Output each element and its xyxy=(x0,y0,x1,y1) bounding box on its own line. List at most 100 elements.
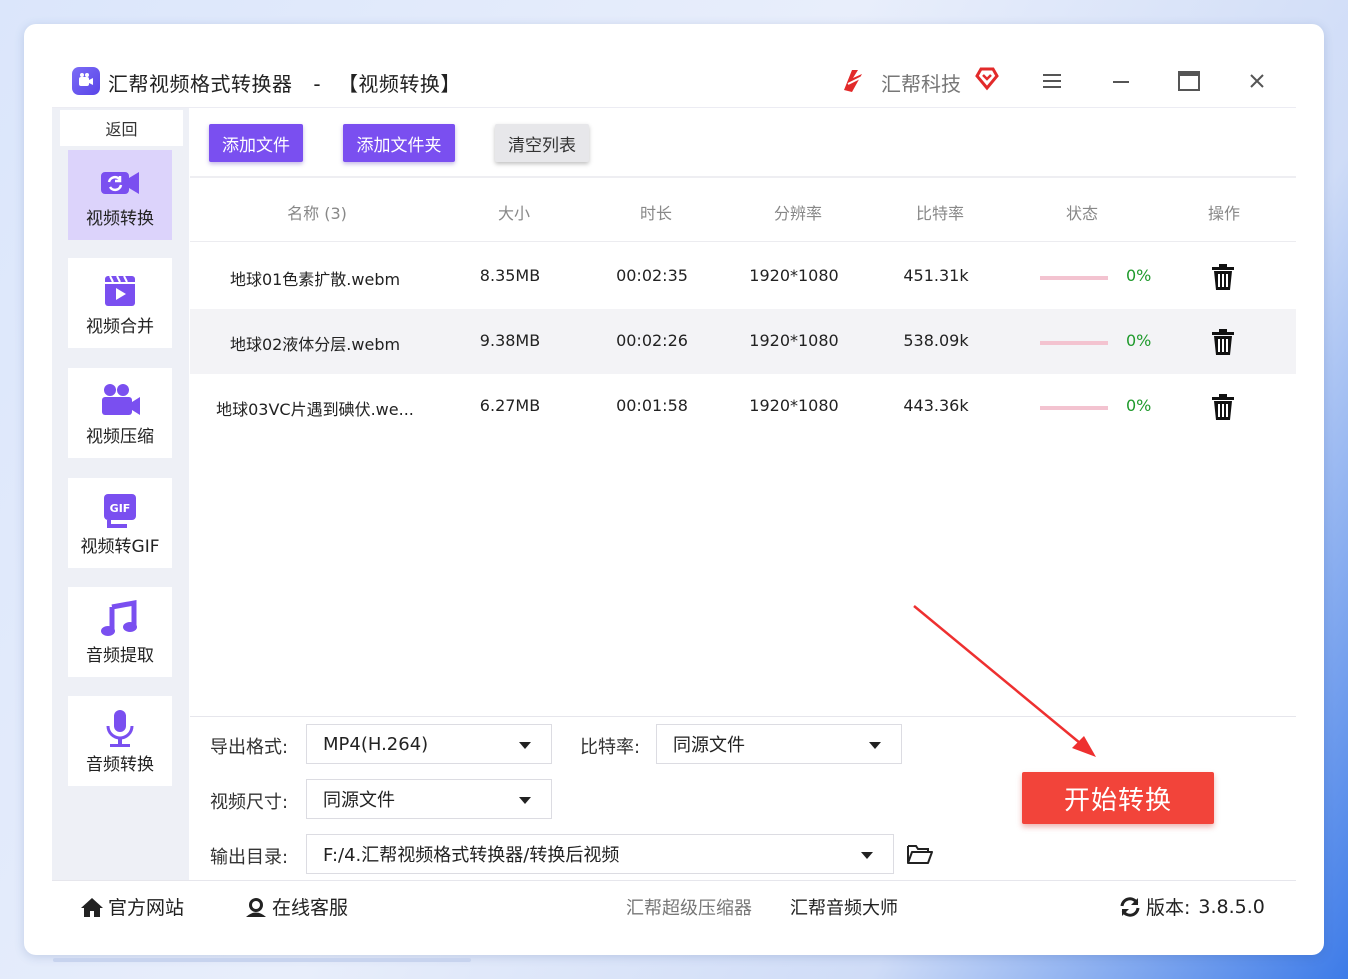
clear-list-button[interactable]: 清空列表 xyxy=(495,124,589,162)
file-name: 地球03VC片遇到碘伏.we... xyxy=(216,400,414,419)
chevron-down-icon xyxy=(519,742,531,749)
column-header-duration: 时长 xyxy=(639,204,672,223)
sidebar-item-audio-extract[interactable]: 音频提取 xyxy=(68,587,172,677)
add-folder-button[interactable]: 添加文件夹 xyxy=(343,124,455,162)
annotation-arrow-icon xyxy=(913,605,1096,757)
app-window: 汇帮视频格式转换器 - 【视频转换】 汇帮科技 返回 视频转换 视频合并 视频压… xyxy=(52,50,1296,930)
video-compress-icon xyxy=(102,383,140,415)
chevron-down-icon xyxy=(519,797,531,804)
sidebar-item-label: 视频转换 xyxy=(86,208,154,229)
music-note-icon xyxy=(101,599,137,636)
video-convert-icon xyxy=(101,171,139,194)
horizontal-scrollbar[interactable] xyxy=(53,958,471,962)
file-name: 地球01色素扩散.webm xyxy=(229,270,401,289)
bitrate-select[interactable]: 同源文件 xyxy=(656,724,902,764)
progress-bar xyxy=(1040,406,1108,410)
file-size: 6.27MB xyxy=(479,396,541,415)
sidebar-item-video-compress[interactable]: 视频压缩 xyxy=(68,368,172,458)
app-logo-icon xyxy=(72,67,100,95)
official-website-link[interactable]: 官方网站 xyxy=(80,893,184,920)
progress-percent: 0% xyxy=(1126,396,1152,415)
column-header-resolution: 分辨率 xyxy=(773,204,822,223)
trash-icon[interactable] xyxy=(1210,328,1236,356)
customer-service-icon xyxy=(246,897,266,917)
sidebar-item-video-merge[interactable]: 视频合并 xyxy=(68,258,172,348)
file-bitrate: 451.31k xyxy=(903,266,969,285)
version-label: 版本: xyxy=(1146,897,1191,919)
file-duration: 00:01:58 xyxy=(616,396,688,415)
video-size-label: 视频尺寸: xyxy=(210,792,289,813)
add-file-button[interactable]: 添加文件 xyxy=(209,124,303,162)
chevron-down-icon xyxy=(869,742,881,749)
online-service-link[interactable]: 在线客服 xyxy=(244,893,348,920)
table-row[interactable]: 地球01色素扩散.webm 8.35MB 00:02:35 1920*1080 … xyxy=(190,244,1296,309)
refresh-icon xyxy=(1120,896,1140,917)
video-merge-icon xyxy=(105,275,135,306)
video-size-select-value: 同源文件 xyxy=(323,790,395,811)
progress-percent: 0% xyxy=(1126,331,1152,350)
chevron-down-icon xyxy=(861,852,873,859)
file-duration: 00:02:26 xyxy=(616,331,688,350)
sidebar: 返回 视频转换 视频合并 视频压缩 GIF 视频转GIF 音频提取 音频转换 xyxy=(52,108,189,880)
audio-master-link[interactable]: 汇帮音频大师 xyxy=(790,894,898,920)
column-header-bitrate: 比特率 xyxy=(915,204,964,223)
file-size: 8.35MB xyxy=(479,266,541,285)
file-bitrate: 443.36k xyxy=(903,396,969,415)
version-info[interactable]: 版本: 3.8.5.0 xyxy=(1118,893,1265,920)
output-dir-label: 输出目录: xyxy=(210,847,289,868)
format-select-value: MP4(H.264) xyxy=(323,733,429,755)
minimize-icon[interactable] xyxy=(1106,66,1136,96)
gif-icon: GIF xyxy=(104,493,136,528)
trash-icon[interactable] xyxy=(1210,393,1236,421)
official-website-label: 官方网站 xyxy=(108,897,185,919)
folder-open-icon[interactable] xyxy=(906,842,934,866)
maximize-icon[interactable] xyxy=(1174,66,1204,96)
output-dir-value: F:/4.汇帮视频格式转换器/转换后视频 xyxy=(323,845,620,866)
progress-bar xyxy=(1040,341,1108,345)
window-title: 汇帮视频格式转换器 - 【视频转换】 xyxy=(108,68,461,97)
start-convert-button[interactable]: 开始转换 xyxy=(1022,772,1214,824)
file-resolution: 1920*1080 xyxy=(749,396,839,415)
file-size: 9.38MB xyxy=(479,331,541,350)
sidebar-item-label: 视频合并 xyxy=(86,316,154,337)
app-name: 汇帮视频格式转换器 xyxy=(108,72,293,96)
close-icon[interactable] xyxy=(1242,66,1272,96)
sidebar-item-label: 音频提取 xyxy=(86,645,154,666)
microphone-icon xyxy=(106,709,134,747)
sidebar-item-audio-convert[interactable]: 音频转换 xyxy=(68,696,172,786)
back-button[interactable]: 返回 xyxy=(60,110,183,146)
progress-percent: 0% xyxy=(1126,266,1152,285)
column-header-size: 大小 xyxy=(497,204,530,223)
table-header: 名称 (3) 大小 时长 分辨率 比特率 状态 操作 xyxy=(190,178,1296,242)
menu-icon[interactable] xyxy=(1037,66,1067,96)
table-row[interactable]: 地球02液体分层.webm 9.38MB 00:02:26 1920*1080 … xyxy=(190,309,1296,374)
column-header-status: 状态 xyxy=(1065,204,1098,223)
column-header-action: 操作 xyxy=(1207,204,1240,223)
current-section: 【视频转换】 xyxy=(337,72,461,96)
sidebar-item-video-convert[interactable]: 视频转换 xyxy=(68,150,172,240)
file-bitrate: 538.09k xyxy=(903,331,969,350)
file-resolution: 1920*1080 xyxy=(749,331,839,350)
file-table: 名称 (3) 大小 时长 分辨率 比特率 状态 操作 地球01色素扩散.webm… xyxy=(190,176,1296,716)
format-select[interactable]: MP4(H.264) xyxy=(306,724,552,764)
video-size-select[interactable]: 同源文件 xyxy=(306,779,552,819)
file-resolution: 1920*1080 xyxy=(749,266,839,285)
sidebar-item-video-to-gif[interactable]: GIF 视频转GIF xyxy=(68,478,172,568)
sidebar-item-label: 音频转换 xyxy=(86,754,154,775)
trash-icon[interactable] xyxy=(1210,263,1236,291)
version-number: 3.8.5.0 xyxy=(1198,895,1265,918)
online-service-label: 在线客服 xyxy=(272,897,349,919)
home-icon xyxy=(81,897,103,917)
table-row[interactable]: 地球03VC片遇到碘伏.we... 6.27MB 00:01:58 1920*1… xyxy=(190,374,1296,439)
format-label: 导出格式: xyxy=(210,737,289,758)
column-header-name: 名称 (3) xyxy=(287,204,347,223)
bitrate-label: 比特率: xyxy=(580,737,641,758)
output-dir-select[interactable]: F:/4.汇帮视频格式转换器/转换后视频 xyxy=(306,834,894,874)
bitrate-select-value: 同源文件 xyxy=(673,735,745,756)
file-name: 地球02液体分层.webm xyxy=(229,335,401,354)
file-duration: 00:02:35 xyxy=(616,266,688,285)
super-compressor-link[interactable]: 汇帮超级压缩器 xyxy=(626,894,752,920)
heart-diamond-icon[interactable] xyxy=(974,65,1000,91)
brand-logo-icon xyxy=(844,70,865,92)
title-bar: 汇帮视频格式转换器 - 【视频转换】 汇帮科技 xyxy=(52,50,1296,108)
